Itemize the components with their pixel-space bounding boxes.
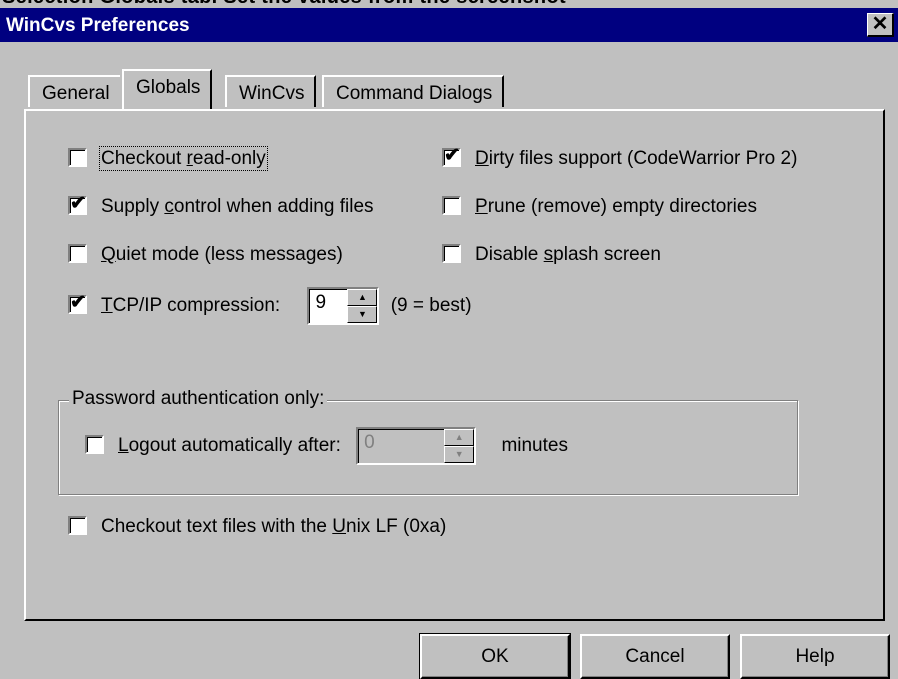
- cropped-header-text: Selection Globals tab. Set the values fr…: [0, 0, 898, 8]
- unix-lf-label: Checkout text files with the Unix LF (0x…: [101, 516, 447, 537]
- quiet-mode-label: Quiet mode (less messages): [101, 244, 343, 265]
- globals-panel: Checkout read-only ✔ Supply control when …: [24, 109, 885, 621]
- stepper-down-icon[interactable]: ▼: [347, 306, 378, 323]
- prune-option[interactable]: Prune (remove) empty directories: [442, 196, 757, 218]
- title-bar[interactable]: WinCvs Preferences ✕: [0, 8, 898, 42]
- quiet-mode-option[interactable]: Quiet mode (less messages): [68, 244, 343, 266]
- dirty-files-label: Dirty files support (CodeWarrior Pro 2): [475, 148, 798, 169]
- tab-command-dialogs-label: Command Dialogs: [336, 83, 493, 104]
- check-icon: ✔: [70, 193, 86, 214]
- tab-globals[interactable]: Globals: [122, 69, 213, 109]
- dialog-body: General Globals WinCvs Command Dialogs C…: [0, 42, 898, 679]
- disable-splash-checkbox[interactable]: [442, 244, 461, 263]
- stepper-up-icon: ▲: [444, 429, 475, 446]
- close-button[interactable]: ✕: [867, 13, 894, 37]
- tab-wincvs-label: WinCvs: [239, 83, 305, 104]
- tab-general-label: General: [42, 83, 110, 104]
- checkout-readonly-checkbox[interactable]: [68, 148, 87, 167]
- compression-level-stepper[interactable]: 9 ▲ ▼: [307, 287, 380, 325]
- tcpip-compression-checkbox[interactable]: ✔: [68, 292, 87, 315]
- stepper-up-icon[interactable]: ▲: [347, 289, 378, 306]
- window-title: WinCvs Preferences: [6, 15, 190, 36]
- quiet-mode-checkbox[interactable]: [68, 244, 87, 263]
- tcpip-compression-option[interactable]: ✔ TCP/IP compression: 9 ▲ ▼ (9 = best): [68, 287, 472, 325]
- prune-label: Prune (remove) empty directories: [475, 196, 757, 217]
- logout-option[interactable]: Logout automatically after: 0 ▲ ▼ minute…: [85, 427, 568, 465]
- logout-label: Logout automatically after:: [118, 435, 341, 457]
- checkout-readonly-option[interactable]: Checkout read-only: [68, 146, 268, 171]
- minutes-label: minutes: [501, 435, 568, 457]
- compression-hint: (9 = best): [390, 295, 472, 317]
- stepper-down-icon: ▼: [444, 446, 475, 463]
- disable-splash-option[interactable]: Disable splash screen: [442, 244, 661, 266]
- supply-control-checkbox[interactable]: ✔: [68, 193, 87, 215]
- disable-splash-label: Disable splash screen: [475, 244, 661, 265]
- cancel-button[interactable]: Cancel: [580, 634, 730, 679]
- tab-general[interactable]: General: [28, 75, 120, 107]
- tab-wincvs[interactable]: WinCvs: [225, 75, 317, 107]
- check-icon: ✔: [444, 145, 460, 166]
- compression-level-value[interactable]: 9: [315, 292, 326, 314]
- unix-lf-option[interactable]: Checkout text files with the Unix LF (0x…: [68, 516, 446, 538]
- tab-globals-label: Globals: [136, 77, 201, 98]
- dirty-files-option[interactable]: ✔ Dirty files support (CodeWarrior Pro 2): [442, 145, 798, 170]
- close-icon: ✕: [871, 13, 889, 35]
- logout-checkbox[interactable]: [85, 435, 104, 455]
- supply-control-label: Supply control when adding files: [101, 196, 374, 217]
- logout-stepper-arrows: ▲ ▼: [444, 429, 475, 463]
- prune-checkbox[interactable]: [442, 196, 461, 215]
- help-button[interactable]: Help: [740, 634, 890, 679]
- tcpip-compression-label: TCP/IP compression:: [101, 295, 281, 317]
- ok-button[interactable]: OK: [419, 633, 571, 679]
- dirty-files-checkbox[interactable]: ✔: [442, 145, 461, 167]
- checkout-readonly-label: Checkout read-only: [99, 146, 268, 171]
- unix-lf-checkbox[interactable]: [68, 516, 87, 535]
- compression-stepper-arrows: ▲ ▼: [347, 289, 378, 323]
- password-auth-group: Password authentication only: Logout aut…: [58, 388, 798, 495]
- supply-control-option[interactable]: ✔ Supply control when adding files: [68, 193, 374, 218]
- tab-command-dialogs[interactable]: Command Dialogs: [322, 75, 505, 107]
- logout-minutes-value: 0: [364, 432, 375, 453]
- logout-minutes-stepper: 0 ▲ ▼: [356, 427, 477, 465]
- check-icon: ✔: [70, 292, 86, 314]
- password-auth-legend: Password authentication only:: [69, 388, 328, 410]
